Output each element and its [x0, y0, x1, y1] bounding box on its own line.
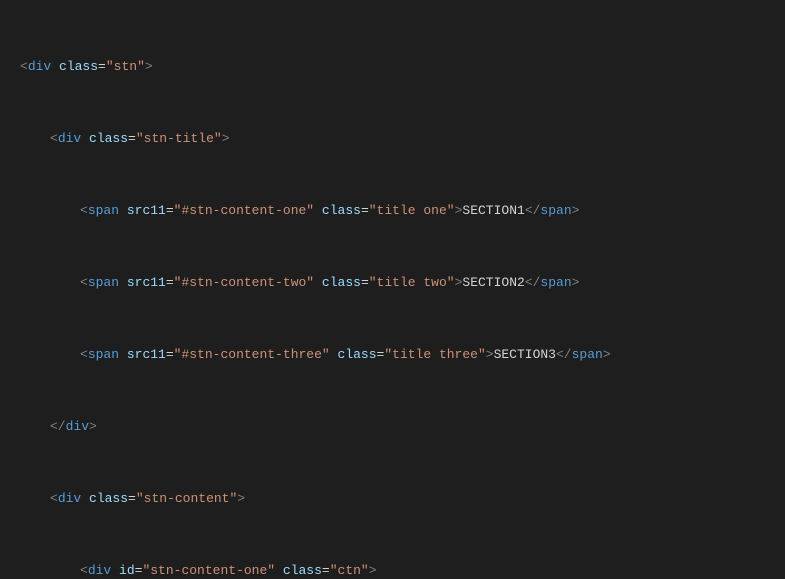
code-editor[interactable]: <div class="stn"> <div class="stn-title"…: [0, 0, 785, 579]
attr-value: "stn": [106, 59, 145, 74]
code-line[interactable]: <div id="stn-content-one" class="ctn">: [0, 562, 785, 579]
code-line[interactable]: <div class="stn-content">: [0, 490, 785, 508]
section2-title-text: SECTION2: [462, 275, 524, 290]
code-line[interactable]: <div class="stn">: [0, 58, 785, 76]
section1-title-text: SECTION1: [462, 203, 524, 218]
angle-bracket: <: [20, 59, 28, 74]
code-line[interactable]: <span src11="#stn-content-three" class="…: [0, 346, 785, 364]
code-line[interactable]: <span src11="#stn-content-two" class="ti…: [0, 274, 785, 292]
tag-name: div: [28, 59, 51, 74]
attr-name: class: [59, 59, 98, 74]
code-line[interactable]: <div class="stn-title">: [0, 130, 785, 148]
section3-title-text: SECTION3: [494, 347, 556, 362]
code-line[interactable]: </div>: [0, 418, 785, 436]
equals: =: [98, 59, 106, 74]
code-line[interactable]: <span src11="#stn-content-one" class="ti…: [0, 202, 785, 220]
